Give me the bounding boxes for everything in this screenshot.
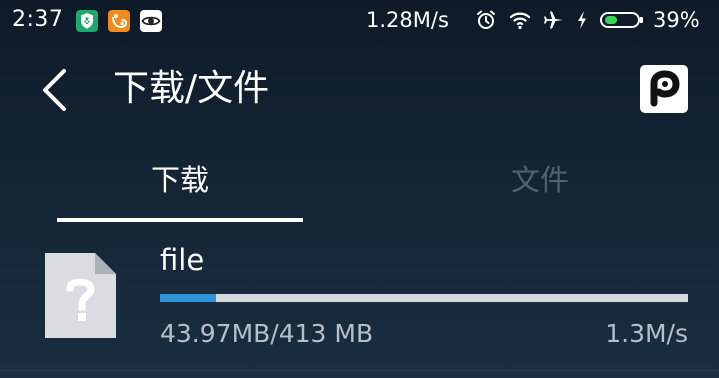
status-bar: 2:37 1.28M/s 39% [0,0,719,40]
download-progress-bar [160,294,688,302]
page-title: 下载/文件 [113,68,270,109]
unknown-file-icon [45,253,116,338]
status-time: 2:37 [12,7,64,32]
download-file-name: file [160,243,205,277]
airplane-icon [542,8,566,32]
active-tab-indicator [57,218,303,222]
battery-icon [600,12,640,28]
chevron-left-icon [43,69,66,111]
wifi-icon [508,8,532,32]
brand-button[interactable] [640,65,688,113]
download-speed: 1.3M/s [605,319,688,348]
charging-icon [574,8,590,32]
uc-browser-icon [108,10,130,32]
battery-cap [640,17,643,23]
shield-app-icon [76,10,98,32]
p-logo-icon [650,70,680,107]
download-size: 43.97MB/413 MB [160,319,374,348]
download-progress-fill [160,294,217,302]
alarm-icon [474,8,498,32]
row-divider [0,370,719,371]
tab-files[interactable]: 文件 [418,156,662,204]
back-button[interactable] [34,66,78,114]
tab-downloads[interactable]: 下载 [57,156,303,204]
battery-level [605,16,617,24]
battery-percent: 39% [653,8,700,32]
eye-app-icon [140,10,162,32]
network-speed: 1.28M/s [366,8,449,32]
